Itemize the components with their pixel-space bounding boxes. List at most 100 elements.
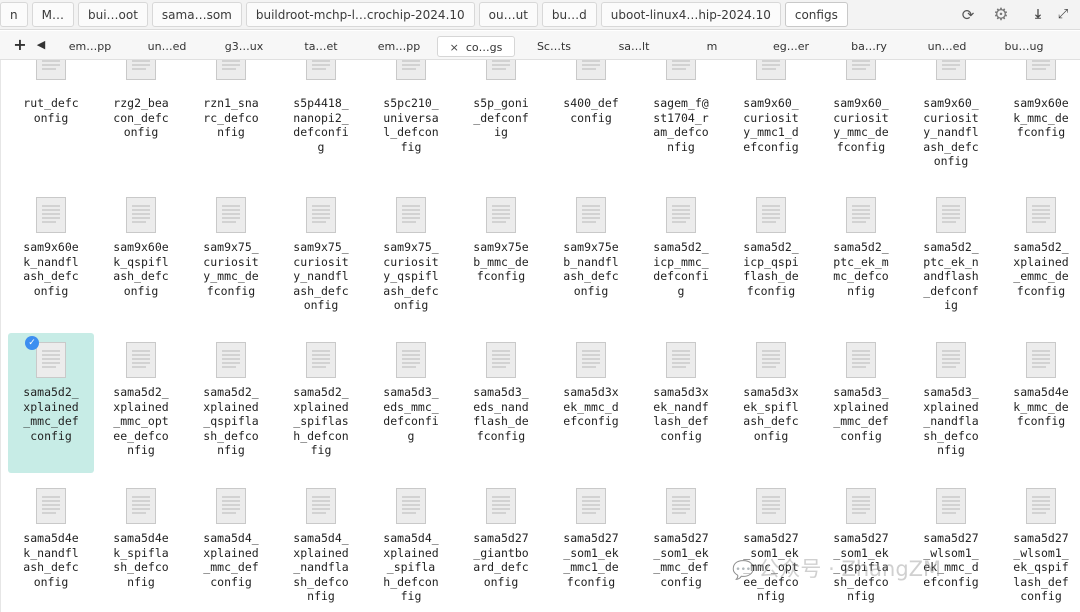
tab-item[interactable]: ba…ry <box>831 36 907 57</box>
expand-icon[interactable]: ⤢ <box>1054 6 1072 24</box>
file-item[interactable]: sama5d3_ xplained _nandfla sh_defco nfig <box>908 336 994 476</box>
file-item[interactable]: sama5d2_ xplained _qspifla sh_defco nfig <box>188 336 274 476</box>
file-item[interactable]: sama5d27 _som1_ek _qspifla sh_defco nfig <box>818 482 904 606</box>
file-item[interactable]: s400_def config <box>548 60 634 184</box>
file-item[interactable]: sama5d27 _som1_ek _mmc_opt ee_defco nfig <box>728 482 814 606</box>
file-item[interactable]: sama5d3x ek_mmc_d efconfig <box>548 336 634 476</box>
file-name-line: fconfig <box>206 283 256 298</box>
tab-item[interactable]: g3…ux <box>207 36 281 57</box>
file-item[interactable]: sama5d27 _som1_ek _mmc1_de fconfig <box>548 482 634 606</box>
tab-item[interactable]: m <box>682 36 742 57</box>
new-tab-button[interactable]: + <box>12 35 28 55</box>
file-item[interactable]: sam9x75e b_mmc_de fconfig <box>458 191 544 315</box>
file-name-line: nfig <box>667 139 695 154</box>
file-item[interactable]: sama5d27 _wlsom1_ ek_mmc_d efconfig <box>908 482 994 606</box>
file-item[interactable]: s5p4418_ nanopi2_ defconfi g <box>278 60 364 184</box>
file-name-line: sama5d27 <box>1013 531 1069 545</box>
file-item[interactable]: sama5d27 _som1_ek _mmc_def config <box>638 482 724 606</box>
breadcrumb-item[interactable]: buildroot-mchp-l…crochip-2024.10 <box>245 2 475 27</box>
breadcrumb-item[interactable]: ou…ut <box>478 2 538 27</box>
tab-item[interactable]: × co…gs <box>437 36 515 57</box>
file-item[interactable]: sama5d2_ icp_qspi flash_de fconfig <box>728 191 814 315</box>
file-item[interactable]: sam9x60e k_qspifl ash_defc onfig <box>98 191 184 315</box>
file-item[interactable]: sam9x75_ curiosit y_qspifl ash_defc onfig <box>368 191 454 315</box>
file-item[interactable]: sama5d2_ ptc_ek_m mc_defco nfig <box>818 191 904 315</box>
file-item[interactable]: sama5d3_ xplained _mmc_def config <box>818 336 904 476</box>
file-name-line: eds_mmc_ <box>383 399 439 414</box>
text-file-icon <box>396 342 426 378</box>
file-name: sam9x60e k_mmc_de fconfig <box>998 96 1080 140</box>
file-item[interactable]: sama5d3x ek_nandf lash_def config <box>638 336 724 476</box>
file-item[interactable]: sama5d2_ xplained _mmc_opt ee_defco nfig <box>98 336 184 476</box>
file-item[interactable]: sam9x60_ curiosit y_nandfl ash_defc onfig <box>908 60 994 184</box>
file-item[interactable]: sama5d3_ eds_mmc_ defconfi g <box>368 336 454 476</box>
tab-item[interactable]: em…pp <box>362 36 436 57</box>
text-file-icon <box>1026 488 1056 524</box>
file-name-line: l_defcon <box>383 125 439 139</box>
breadcrumb-item[interactable]: n <box>0 2 28 27</box>
breadcrumb-item[interactable]: sama…som <box>151 2 242 27</box>
close-tab-icon[interactable]: × <box>450 41 459 54</box>
file-item[interactable]: sagem_f@ st1704_r am_defco nfig <box>638 60 724 184</box>
file-item[interactable]: sama5d4e k_spifla sh_defco nfig <box>98 482 184 606</box>
file-item[interactable]: sama5d4e k_mmc_de fconfig <box>998 336 1080 476</box>
file-name-line: nfig <box>757 589 785 603</box>
file-name-line: fig <box>400 589 422 603</box>
breadcrumb-item[interactable]: bu…d <box>541 2 597 27</box>
download-icon[interactable]: ⤓ <box>1030 6 1046 24</box>
file-item[interactable]: rzg2_bea con_defc onfig <box>98 60 184 184</box>
tab-item[interactable]: un…ed <box>909 36 985 57</box>
file-name-line: sama5d27 <box>923 531 979 545</box>
file-item[interactable]: rzn1_sna rc_defco nfig <box>188 60 274 184</box>
breadcrumb-item[interactable]: uboot-linux4…hip-2024.10 <box>600 2 781 27</box>
file-item[interactable]: s5p_goni _defconf ig <box>458 60 544 184</box>
file-item[interactable]: sama5d2_ xplained _emmc_de fconfig <box>998 191 1080 315</box>
file-item[interactable]: sama5d2_ icp_mmc_ defconfi g <box>638 191 724 315</box>
tab-item[interactable]: bu…ug <box>987 36 1061 57</box>
file-name: s5p4418_ nanopi2_ defconfi g <box>278 96 364 154</box>
file-name: sama5d3x ek_spifl ash_defc onfig <box>728 385 814 443</box>
text-file-icon <box>846 197 876 233</box>
file-item[interactable]: sama5d4e k_nandfl ash_defc onfig <box>8 482 94 606</box>
file-item[interactable]: sam9x75_ curiosit y_nandfl ash_defc onfig <box>278 191 364 315</box>
text-file-icon <box>36 488 66 524</box>
file-item[interactable]: sama5d27 _giantbo ard_defc onfig <box>458 482 544 606</box>
file-item[interactable]: sam9x60_ curiosit y_mmc_de fconfig <box>818 60 904 184</box>
file-item[interactable]: sama5d3_ eds_nand flash_de fconfig <box>458 336 544 476</box>
tab-item[interactable]: em…pp <box>52 36 128 57</box>
tab-item[interactable]: un…ed <box>130 36 204 57</box>
tab-item[interactable]: sa…lt <box>595 36 673 57</box>
file-name: sam9x60_ curiosit y_mmc_de fconfig <box>818 96 904 154</box>
file-item[interactable]: ✓ sama5d2_ xplained _mmc_def config <box>8 333 94 473</box>
tab-item[interactable]: ta…et <box>283 36 359 57</box>
file-name: rut_defc onfig <box>8 96 94 125</box>
file-name-line: ek_qspif <box>1013 560 1069 574</box>
file-item[interactable]: sam9x60e k_mmc_de fconfig <box>998 60 1080 184</box>
file-item[interactable]: sama5d27 _wlsom1_ ek_qspif lash_def config <box>998 482 1080 606</box>
file-item[interactable]: sam9x60e k_nandfl ash_defc onfig <box>8 191 94 315</box>
file-item[interactable]: sama5d2_ ptc_ek_n andflash _defconf ig <box>908 191 994 315</box>
file-item[interactable]: sam9x60_ curiosit y_mmc1_d efconfig <box>728 60 814 184</box>
file-name-line: _mmc1_de <box>563 560 619 574</box>
breadcrumb-item[interactable]: M… <box>31 2 74 27</box>
file-item[interactable]: sam9x75_ curiosit y_mmc_de fconfig <box>188 191 274 315</box>
file-name: sama5d2_ ptc_ek_n andflash _defconf ig <box>908 240 994 313</box>
file-item[interactable]: sama5d4_ xplained _spifla h_defcon fig <box>368 482 454 606</box>
scroll-tabs-left-icon[interactable]: ◀ <box>34 35 48 55</box>
file-name-line: sama5d3_ <box>833 385 889 399</box>
file-item[interactable]: sama5d2_ xplained _spiflas h_defcon fig <box>278 336 364 476</box>
file-name-line: ek_spifl <box>743 399 799 414</box>
file-item[interactable]: sama5d3x ek_spifl ash_defc onfig <box>728 336 814 476</box>
gear-icon[interactable]: ⚙ <box>990 4 1012 26</box>
file-item[interactable]: sama5d4_ xplained _nandfla sh_defco nfig <box>278 482 364 606</box>
tab-item[interactable]: Sc…ts <box>515 36 593 57</box>
tab-item[interactable]: eg…er <box>752 36 830 57</box>
breadcrumb-item[interactable]: configs <box>784 2 848 27</box>
file-item[interactable]: s5pc210_ universa l_defcon fig <box>368 60 454 184</box>
file-item[interactable]: sama5d4_ xplained _mmc_def config <box>188 482 274 606</box>
file-item[interactable]: sam9x75e b_nandfl ash_defc onfig <box>548 191 634 315</box>
file-name-line: rzg2_bea <box>113 96 169 110</box>
breadcrumb-item[interactable]: bui…oot <box>77 2 148 27</box>
file-item[interactable]: rut_defc onfig <box>8 60 94 184</box>
refresh-icon[interactable]: ⟳ <box>958 5 978 25</box>
